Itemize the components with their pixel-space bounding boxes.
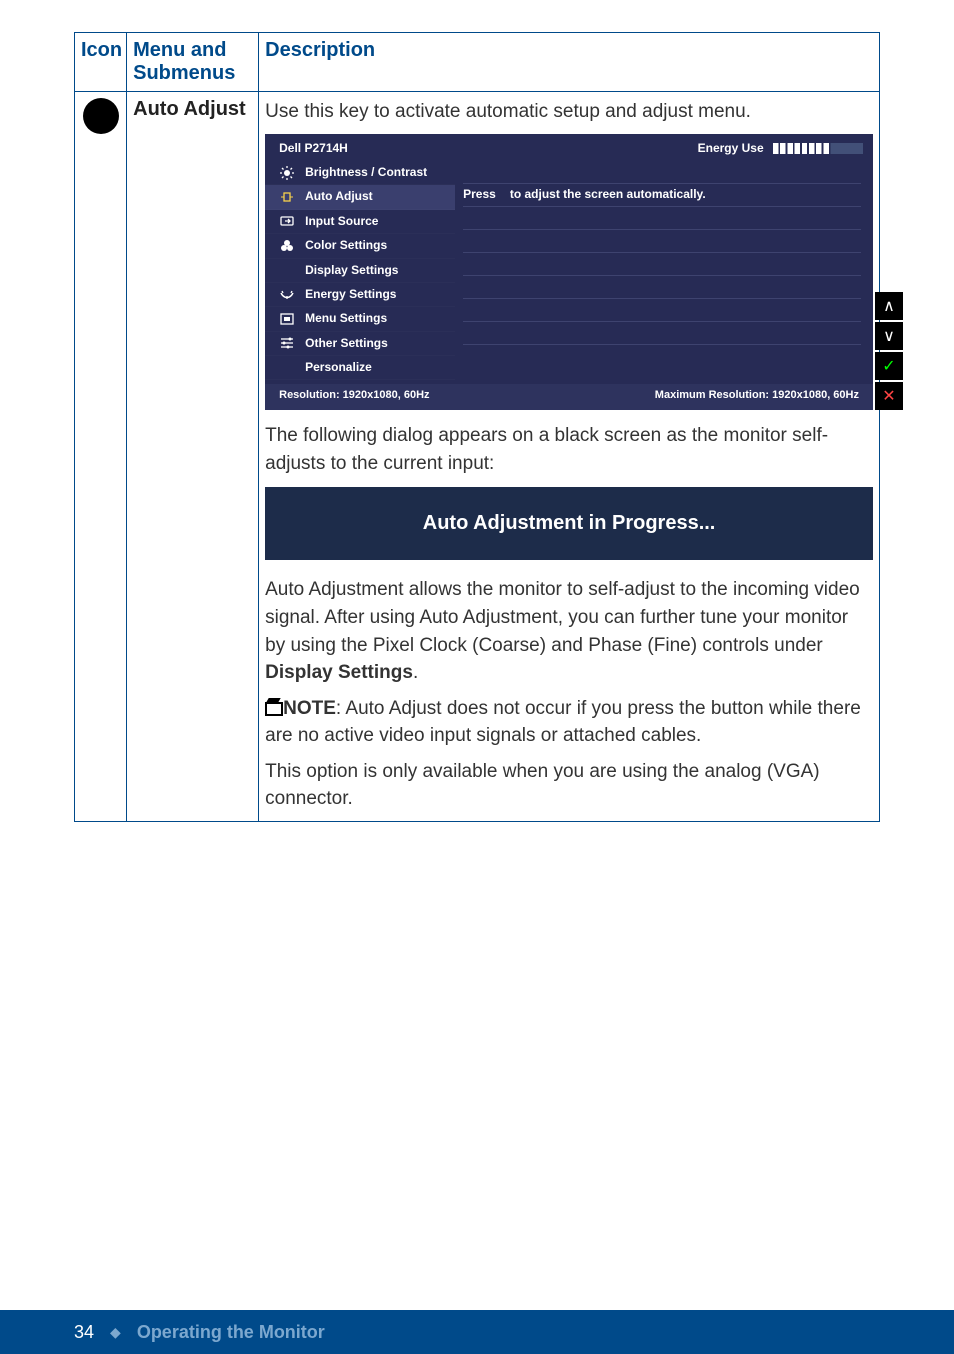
osd-menu-energy[interactable]: Energy Settings bbox=[265, 283, 455, 307]
personalize-icon bbox=[279, 360, 295, 376]
osd-menu-personalize[interactable]: Personalize bbox=[265, 356, 455, 380]
para-auto-adjustment: Auto Adjustment allows the monitor to se… bbox=[265, 576, 873, 686]
table-row: Auto Adjust Use this key to activate aut… bbox=[75, 92, 880, 822]
page-footer: 34 ◆ Operating the Monitor bbox=[0, 1310, 954, 1354]
osd-right-panel: Press to adjust the screen automatically… bbox=[455, 161, 873, 385]
menu-name: Auto Adjust bbox=[127, 92, 259, 822]
footer-diamond-icon: ◆ bbox=[110, 1324, 121, 1341]
intro-text: Use this key to activate automatic setup… bbox=[265, 98, 873, 126]
brightness-icon bbox=[279, 165, 295, 181]
osd-menu-label: Input Source bbox=[305, 213, 378, 230]
osd-menu-brightness[interactable]: Brightness / Contrast bbox=[265, 161, 455, 185]
osd-resolution-right: Maximum Resolution: 1920x1080, 60Hz bbox=[655, 388, 859, 404]
energy-use-bar bbox=[773, 143, 863, 154]
col-header-menu: Menu and Submenus bbox=[127, 33, 259, 92]
osd-menu-label: Brightness / Contrast bbox=[305, 164, 427, 181]
energy-use-label: Energy Use bbox=[698, 141, 764, 155]
osd-menu-auto-adjust[interactable]: Auto Adjust bbox=[265, 185, 455, 209]
osd-press-label: Press bbox=[463, 186, 496, 203]
osd-up-button[interactable]: ∧ bbox=[875, 292, 903, 320]
col-header-icon: Icon bbox=[75, 33, 127, 92]
auto-adjust-progress-banner: Auto Adjustment in Progress... bbox=[265, 487, 873, 560]
osd-menu-label: Menu Settings bbox=[305, 310, 387, 327]
osd-menu-color[interactable]: Color Settings bbox=[265, 234, 455, 258]
osd-menu-label: Other Settings bbox=[305, 335, 388, 352]
osd-resolution-left: Resolution: 1920x1080, 60Hz bbox=[279, 388, 429, 404]
note-icon bbox=[265, 702, 283, 716]
osd-menu-label: Personalize bbox=[305, 359, 372, 376]
osd-doc-table: Icon Menu and Submenus Description Auto … bbox=[74, 32, 880, 822]
auto-adjust-icon bbox=[83, 98, 119, 134]
energy-settings-icon bbox=[279, 287, 295, 303]
color-settings-icon bbox=[279, 238, 295, 254]
osd-hint-text: to adjust the screen automatically. bbox=[510, 186, 706, 203]
osd-menu-list: Brightness / Contrast Auto Adjust bbox=[265, 161, 455, 385]
para-dialog-intro: The following dialog appears on a black … bbox=[265, 422, 873, 477]
note-block: NOTE: Auto Adjust does not occur if you … bbox=[265, 695, 873, 750]
auto-adjust-menu-icon bbox=[279, 189, 295, 205]
osd-menu-label: Energy Settings bbox=[305, 286, 396, 303]
osd-menu-label: Color Settings bbox=[305, 237, 387, 254]
input-source-icon bbox=[279, 213, 295, 229]
osd-screenshot: Dell P2714H Energy Use Brightness / Cont… bbox=[265, 134, 873, 411]
osd-menu-other[interactable]: Other Settings bbox=[265, 332, 455, 356]
display-settings-icon bbox=[279, 262, 295, 278]
osd-side-buttons: ∧ ∨ ✓ ✕ bbox=[875, 292, 903, 410]
osd-menu-display[interactable]: Display Settings bbox=[265, 259, 455, 283]
osd-ok-button[interactable]: ✓ bbox=[875, 352, 903, 380]
col-header-desc: Description bbox=[259, 33, 880, 92]
osd-title: Dell P2714H bbox=[279, 140, 348, 157]
osd-menu-input-source[interactable]: Input Source bbox=[265, 210, 455, 234]
osd-menu-menu-settings[interactable]: Menu Settings bbox=[265, 307, 455, 331]
other-settings-icon bbox=[279, 335, 295, 351]
page-number: 34 bbox=[74, 1322, 94, 1343]
osd-menu-label: Auto Adjust bbox=[305, 188, 373, 205]
description-cell: Use this key to activate automatic setup… bbox=[259, 92, 880, 822]
para-vga-only: This option is only available when you a… bbox=[265, 758, 873, 813]
osd-close-button[interactable]: ✕ bbox=[875, 382, 903, 410]
footer-section-title: Operating the Monitor bbox=[137, 1322, 325, 1343]
osd-down-button[interactable]: ∨ bbox=[875, 322, 903, 350]
menu-settings-icon bbox=[279, 311, 295, 327]
osd-menu-label: Display Settings bbox=[305, 262, 398, 279]
